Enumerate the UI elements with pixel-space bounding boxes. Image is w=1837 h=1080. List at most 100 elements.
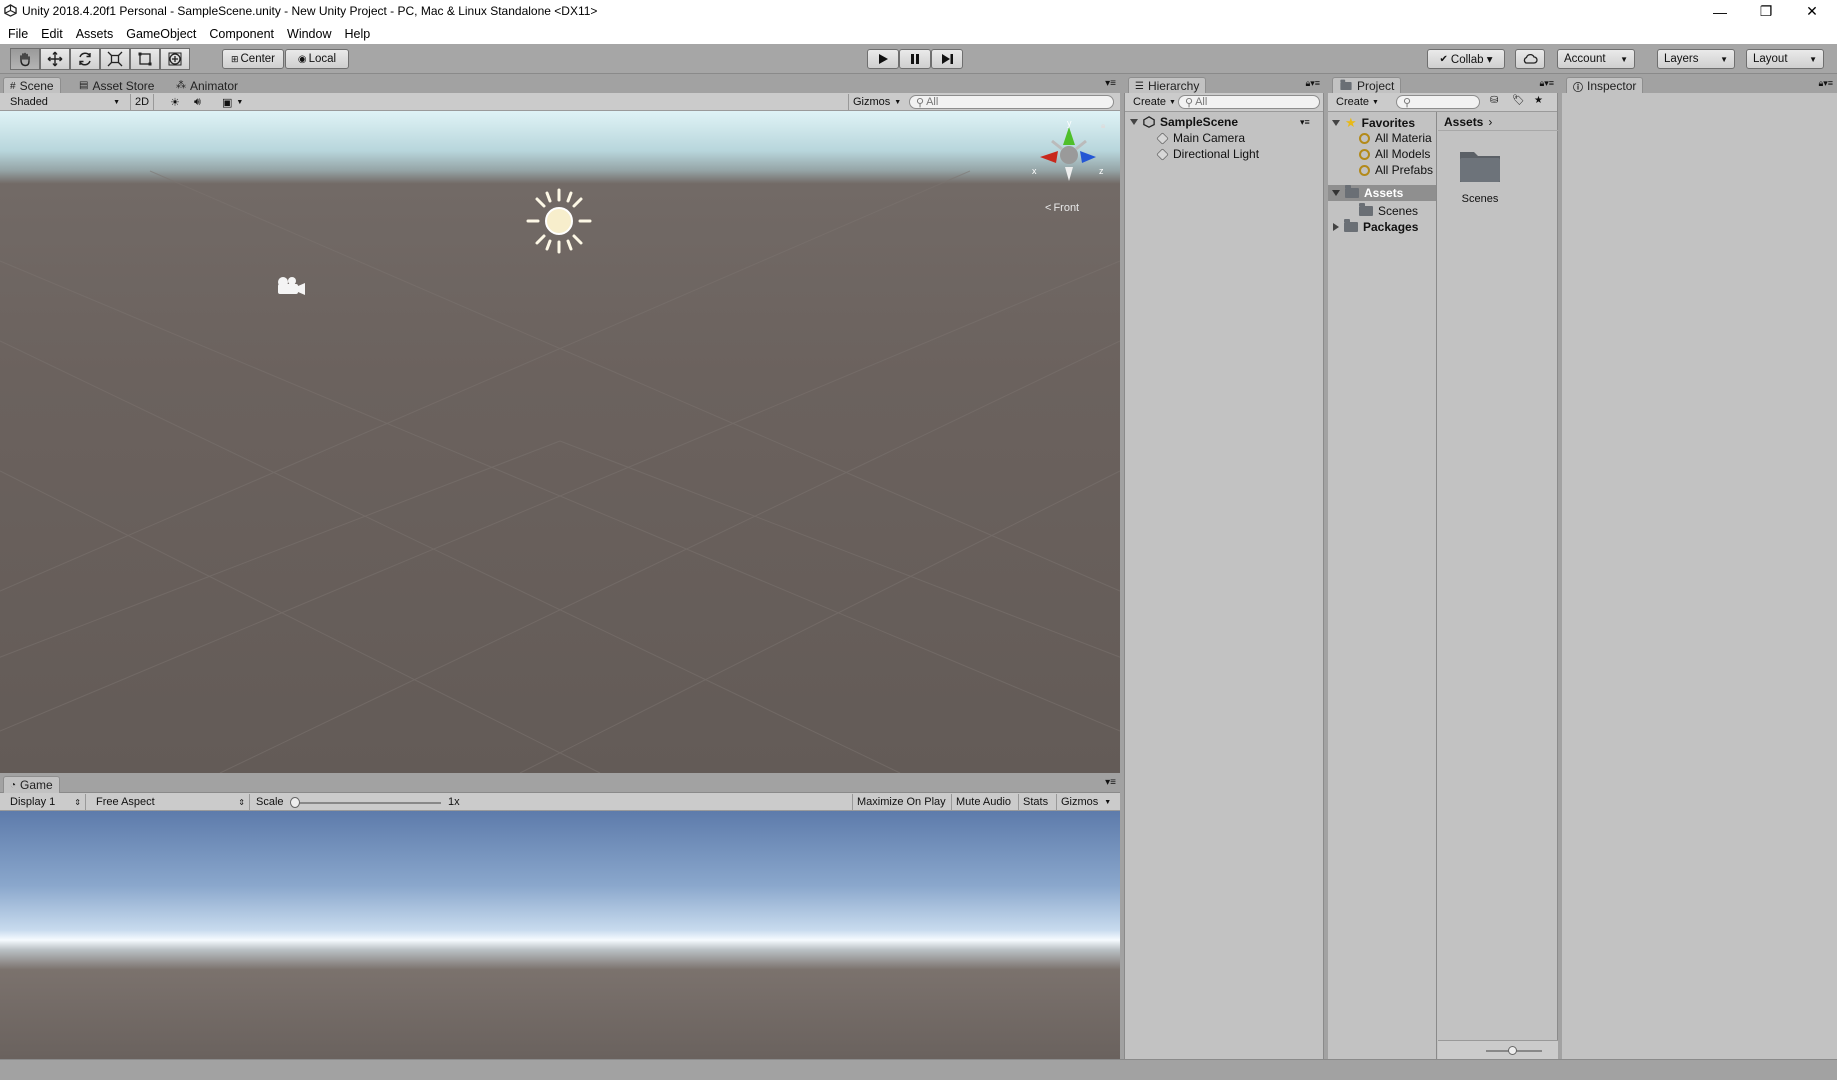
scenes-folder-row[interactable]: Scenes — [1359, 203, 1418, 218]
collapse-arrow-icon[interactable] — [1333, 223, 1339, 231]
favorite-item[interactable]: All Materia — [1359, 131, 1432, 145]
project-create-dropdown[interactable]: Create ▼ — [1332, 94, 1380, 110]
maximize-on-play-toggle[interactable]: Maximize On Play — [852, 794, 950, 810]
expand-arrow-icon[interactable] — [1332, 190, 1340, 196]
menu-component[interactable]: Component — [209, 27, 274, 41]
inspector-tab-strip: ⓘ Inspector 🔒︎▾≡ — [1562, 74, 1837, 94]
scene-control-bar: Shaded ▼ 2D ☀ 🔊︎ ▣ ▼ Gizmos ▼ ⚲ All — [0, 93, 1120, 111]
menu-file[interactable]: File — [8, 27, 28, 41]
project-panel: Create ▼ ⚲ ⛁ 🏷︎ ★ ★ Favorites All Materia… — [1328, 93, 1558, 1059]
directional-light-gizmo[interactable] — [524, 186, 594, 256]
filter-by-type-icon[interactable]: ⛁ — [1490, 95, 1498, 106]
rotate-tool-button[interactable] — [70, 48, 100, 70]
aspect-dropdown[interactable]: Free Aspect ⇕ — [92, 794, 250, 810]
favorite-item[interactable]: All Prefabs — [1359, 163, 1433, 177]
updown-arrow-icon: ⇕ — [74, 797, 81, 807]
store-icon: ▤ — [79, 80, 89, 91]
layers-dropdown[interactable]: Layers ▼ — [1657, 49, 1735, 69]
tab-hierarchy[interactable]: ☰ Hierarchy — [1128, 77, 1207, 94]
menu-assets[interactable]: Assets — [76, 27, 114, 41]
project-breadcrumb[interactable]: Assets › — [1444, 115, 1492, 129]
stats-toggle[interactable]: Stats — [1018, 794, 1052, 810]
game-gizmos-dropdown[interactable]: Gizmos ▼ — [1056, 794, 1115, 810]
expand-arrow-icon[interactable] — [1332, 120, 1340, 126]
menu-window[interactable]: Window — [287, 27, 331, 41]
shading-mode-dropdown[interactable]: Shaded ▼ — [6, 94, 124, 110]
dropdown-arrow-icon: ▼ — [236, 98, 244, 106]
favorites-row[interactable]: ★ Favorites — [1332, 115, 1415, 131]
lock-menu-icon[interactable]: 🔒︎▾≡ — [1539, 78, 1554, 89]
info-icon: ⓘ — [1573, 82, 1583, 94]
hierarchy-item[interactable]: Directional Light — [1156, 147, 1259, 161]
expand-arrow-icon[interactable] — [1130, 119, 1138, 125]
minimize-button[interactable]: — — [1697, 0, 1743, 23]
axis-y-label: y — [1067, 118, 1072, 128]
filter-by-label-icon[interactable]: 🏷︎ — [1512, 95, 1525, 106]
game-view[interactable] — [0, 811, 1120, 1059]
project-search-input[interactable]: ⚲ — [1396, 95, 1480, 109]
menu-edit[interactable]: Edit — [41, 27, 63, 41]
asset-grid-item[interactable]: Scenes — [1450, 146, 1510, 205]
menu-bar: File Edit Assets GameObject Component Wi… — [0, 23, 1837, 44]
hierarchy-search-input[interactable]: ⚲ All — [1178, 95, 1320, 109]
account-dropdown[interactable]: Account ▼ — [1557, 49, 1635, 69]
hierarchy-item[interactable]: Main Camera — [1156, 131, 1245, 145]
scale-tool-button[interactable] — [100, 48, 130, 70]
pivot-local-button[interactable]: ◉ Local — [285, 49, 349, 69]
search-filter-icon — [1359, 132, 1370, 144]
pivot-center-button[interactable]: ⊞ Center — [222, 49, 284, 69]
step-button[interactable] — [931, 49, 963, 69]
icon-size-slider[interactable] — [1486, 1046, 1542, 1055]
scene-menu-icon[interactable]: ▾≡ — [1300, 117, 1310, 128]
pause-icon — [911, 54, 919, 64]
scale-slider[interactable] — [290, 797, 441, 808]
close-button[interactable]: ✕ — [1789, 0, 1835, 23]
scene-search-input[interactable]: ⚲ All — [909, 95, 1114, 109]
tab-inspector[interactable]: ⓘ Inspector — [1566, 77, 1644, 94]
lock-menu-icon[interactable]: 🔒︎▾≡ — [1305, 78, 1320, 89]
tab-asset-store[interactable]: ▤ Asset Store — [73, 77, 160, 94]
effects-dropdown[interactable]: ▣ ▼ — [218, 94, 247, 110]
pause-button[interactable] — [899, 49, 931, 69]
gizmos-dropdown[interactable]: Gizmos ▼ — [848, 94, 901, 110]
tab-project[interactable]: Project — [1332, 77, 1402, 94]
mute-audio-toggle[interactable]: Mute Audio — [951, 794, 1015, 810]
tab-scene[interactable]: # Scene — [3, 77, 61, 94]
transform-tool-button[interactable] — [160, 48, 190, 70]
unity-logo-icon — [4, 4, 17, 17]
collab-dropdown[interactable]: ✔ Collab ▾ — [1427, 49, 1505, 69]
2d-toggle[interactable]: 2D — [130, 94, 154, 110]
packages-folder-row[interactable]: Packages — [1333, 219, 1418, 234]
layout-dropdown[interactable]: Layout ▼ — [1746, 49, 1824, 69]
hand-tool-button[interactable] — [10, 48, 40, 70]
lighting-toggle[interactable]: ☀ — [166, 94, 184, 110]
view-orientation-label[interactable]: < Front — [1045, 202, 1079, 214]
icon-size-slider-handle[interactable] — [1508, 1046, 1517, 1055]
menu-help[interactable]: Help — [344, 27, 370, 41]
rect-tool-button[interactable] — [130, 48, 160, 70]
scale-slider-handle[interactable] — [290, 797, 300, 808]
lock-menu-icon[interactable]: 🔒︎▾≡ — [1818, 78, 1833, 89]
favorite-item[interactable]: All Models — [1359, 147, 1430, 161]
project-tab-strip: Project 🔒︎▾≡ — [1328, 74, 1558, 94]
lock-icon[interactable]: 🔒︎ — [1101, 121, 1105, 131]
hierarchy-create-dropdown[interactable]: Create ▼ — [1129, 94, 1176, 110]
scene-view[interactable]: x y z 🔒︎ < Front — [0, 111, 1120, 773]
display-dropdown[interactable]: Display 1 ⇕ — [6, 794, 86, 810]
tab-game[interactable]: ◔ Game — [3, 776, 60, 793]
transform-icon — [168, 52, 182, 66]
move-tool-button[interactable] — [40, 48, 70, 70]
panel-menu-icon[interactable]: ▾≡ — [1105, 78, 1116, 89]
menu-gameobject[interactable]: GameObject — [126, 27, 196, 41]
scene-root-row[interactable]: SampleScene ▾≡ — [1130, 115, 1310, 129]
image-icon: ▣ — [222, 96, 233, 109]
restore-button[interactable]: ❐ — [1743, 0, 1789, 23]
assets-folder-row[interactable]: Assets — [1328, 185, 1436, 201]
tab-animator[interactable]: ⁂ Animator — [170, 77, 244, 94]
cloud-button[interactable] — [1515, 49, 1545, 69]
camera-gizmo[interactable] — [272, 273, 308, 299]
panel-menu-icon[interactable]: ▾≡ — [1105, 777, 1116, 788]
audio-toggle[interactable]: 🔊︎ — [190, 94, 205, 110]
star-icon[interactable]: ★ — [1534, 95, 1543, 106]
play-button[interactable] — [867, 49, 899, 69]
